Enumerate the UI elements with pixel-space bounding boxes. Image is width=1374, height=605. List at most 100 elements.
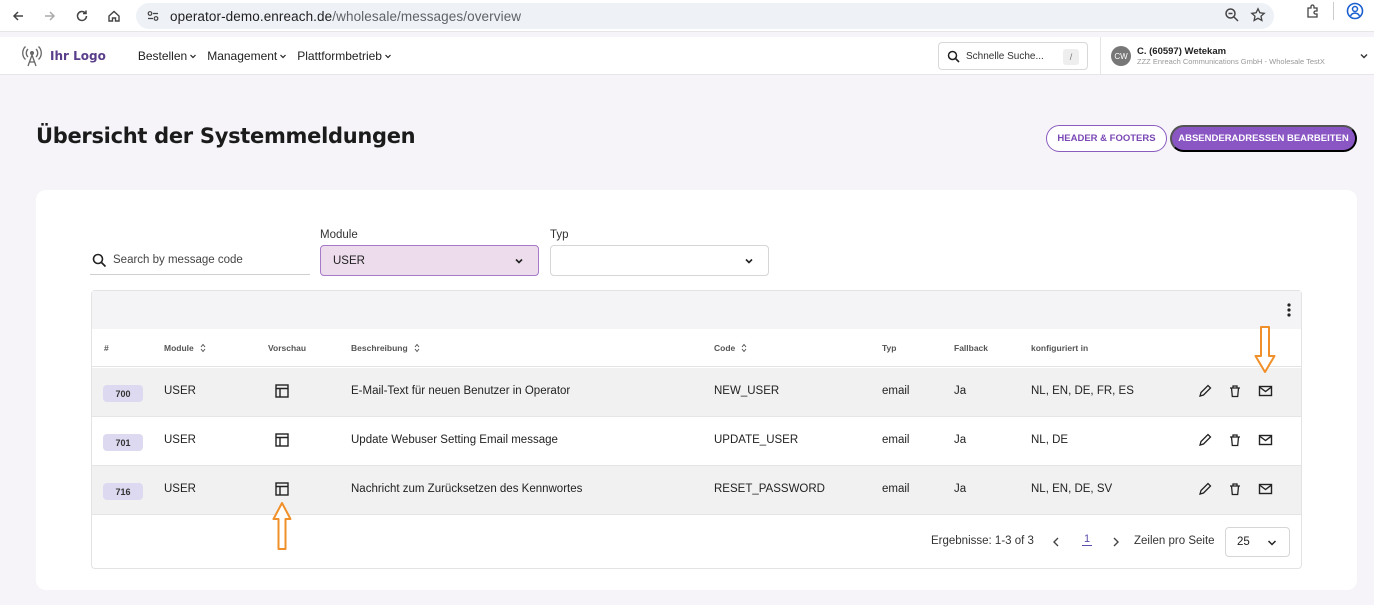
col-fallback: Fallback xyxy=(954,343,988,353)
cell-description: E-Mail-Text für neuen Benutzer in Operat… xyxy=(351,385,571,397)
bookmark-star-icon[interactable] xyxy=(1250,7,1266,23)
col-typ-label: Typ xyxy=(882,343,897,353)
logo[interactable]: Ihr Logo xyxy=(22,44,106,68)
col-id: # xyxy=(104,343,109,353)
chevron-down-icon xyxy=(1267,540,1277,546)
quick-search-input[interactable]: Schnelle Suche... / xyxy=(938,42,1088,70)
page-number-current[interactable]: 1 xyxy=(1082,533,1093,546)
url-host: operator-demo.enreach.de xyxy=(170,8,333,24)
nav-label: Bestellen xyxy=(137,48,188,63)
header-footers-button[interactable]: HEADER & FOOTERS xyxy=(1046,125,1167,152)
user-org: ZZZ Enreach Communications GmbH - Wholes… xyxy=(1137,57,1325,66)
nav-label: Management xyxy=(207,48,278,63)
col-description-label: Beschreibung xyxy=(351,343,408,353)
edit-pencil-icon[interactable] xyxy=(1198,433,1212,447)
user-menu[interactable]: CW C. (60597) Wetekam ZZZ Enreach Commun… xyxy=(1100,37,1368,75)
edit-pencil-icon[interactable] xyxy=(1198,384,1212,398)
rows-per-page-select[interactable]: 25 xyxy=(1225,527,1290,557)
forward-icon[interactable] xyxy=(36,2,64,30)
cell-description: Nachricht zum Zurücksetzen des Kennworte… xyxy=(351,483,583,495)
search-icon xyxy=(947,50,960,63)
sort-icon xyxy=(200,343,206,353)
toolbar-divider xyxy=(1333,2,1334,20)
mail-icon[interactable] xyxy=(1258,433,1273,447)
cell-configured: NL, EN, DE, SV xyxy=(1031,483,1113,495)
quick-search-placeholder: Schnelle Suche... xyxy=(966,50,1044,62)
module-filter-label: Module xyxy=(320,229,358,241)
cell-module: USER xyxy=(164,434,196,446)
nav-bestellen[interactable]: Bestellen xyxy=(138,49,197,63)
back-icon[interactable] xyxy=(4,2,32,30)
url-path: /wholesale/messages/overview xyxy=(332,8,522,24)
col-configured: konfiguriert in xyxy=(1031,343,1088,353)
cell-module: USER xyxy=(164,385,196,397)
edit-pencil-icon[interactable] xyxy=(1198,482,1212,496)
cell-code: NEW_USER xyxy=(714,385,780,397)
table-row[interactable]: 701 USER Update Webuser Setting Email me… xyxy=(92,417,1301,466)
address-bar[interactable]: operator-demo.enreach.de/wholesale/messa… xyxy=(136,3,1274,29)
profile-icon[interactable] xyxy=(1346,2,1364,20)
cell-code: UPDATE_USER xyxy=(714,434,799,446)
col-code-label: Code xyxy=(714,343,736,353)
app-header: Ihr Logo Bestellen Management Plattformb… xyxy=(0,37,1374,75)
col-configured-label: konfiguriert in xyxy=(1031,343,1089,353)
module-select-value: USER xyxy=(333,254,365,267)
edit-sender-addresses-button[interactable]: ABSENDERADRESSEN BEARBEITEN xyxy=(1170,125,1357,152)
extensions-icon[interactable] xyxy=(1305,3,1321,19)
cell-typ: email xyxy=(882,385,910,397)
chevron-right-icon[interactable] xyxy=(1112,537,1120,547)
delete-trash-icon[interactable] xyxy=(1228,384,1242,398)
chevron-down-icon xyxy=(385,54,391,58)
chevron-left-icon[interactable] xyxy=(1052,537,1060,547)
cell-description: Update Webuser Setting Email message xyxy=(351,434,558,446)
preview-icon[interactable] xyxy=(275,384,289,398)
col-code[interactable]: Code xyxy=(714,343,747,353)
url-text[interactable]: operator-demo.enreach.de/wholesale/messa… xyxy=(170,9,521,24)
page-title: Übersicht der Systemmeldungen xyxy=(36,124,416,148)
cell-typ: email xyxy=(882,434,910,446)
col-description[interactable]: Beschreibung xyxy=(351,343,420,353)
col-preview-label: Vorschau xyxy=(268,343,307,353)
mail-icon[interactable] xyxy=(1258,384,1273,398)
table-header: # Module Vorschau Beschreibung Code Typ … xyxy=(92,329,1301,367)
col-module[interactable]: Module xyxy=(164,343,206,353)
preview-icon[interactable] xyxy=(275,433,289,447)
sort-icon xyxy=(741,343,747,353)
annotation-arrow-down-icon xyxy=(1254,326,1276,373)
search-shortcut-badge: / xyxy=(1063,49,1079,65)
typ-select[interactable] xyxy=(550,245,769,276)
table-toolbar xyxy=(92,291,1301,329)
col-typ: Typ xyxy=(882,343,896,353)
search-icon xyxy=(92,253,107,267)
avatar: CW xyxy=(1111,46,1131,66)
reload-icon[interactable] xyxy=(68,2,96,30)
chevron-down-icon xyxy=(1360,54,1368,59)
col-preview: Vorschau xyxy=(268,343,306,353)
delete-trash-icon[interactable] xyxy=(1228,433,1242,447)
module-select[interactable]: USER xyxy=(320,245,539,276)
message-id-badge: 716 xyxy=(103,483,143,500)
delete-trash-icon[interactable] xyxy=(1228,482,1242,496)
message-code-search[interactable]: Search by message code xyxy=(90,246,310,275)
preview-icon[interactable] xyxy=(275,482,289,496)
nav-management[interactable]: Management xyxy=(207,49,287,63)
nav-plattformbetrieb[interactable]: Plattformbetrieb xyxy=(297,49,392,63)
cell-code: RESET_PASSWORD xyxy=(714,483,825,495)
table-row[interactable]: 700 USER E-Mail-Text für neuen Benutzer … xyxy=(92,368,1301,417)
mail-icon[interactable] xyxy=(1258,482,1273,496)
home-icon[interactable] xyxy=(100,2,128,30)
site-settings-icon[interactable] xyxy=(146,9,160,23)
col-id-label: # xyxy=(104,343,109,353)
cell-configured: NL, EN, DE, FR, ES xyxy=(1031,385,1134,397)
cell-module: USER xyxy=(164,483,196,495)
chevron-down-icon xyxy=(280,54,287,58)
message-id-badge: 701 xyxy=(103,434,143,451)
chevron-down-icon xyxy=(745,258,753,264)
user-name: C. (60597) Wetekam xyxy=(1137,46,1227,57)
col-module-label: Module xyxy=(164,343,194,353)
message-id-badge: 700 xyxy=(103,385,143,402)
zoom-icon[interactable] xyxy=(1224,7,1240,23)
cell-fallback: Ja xyxy=(954,483,967,495)
col-fallback-label: Fallback xyxy=(954,343,989,353)
more-vert-icon[interactable] xyxy=(1287,303,1291,317)
